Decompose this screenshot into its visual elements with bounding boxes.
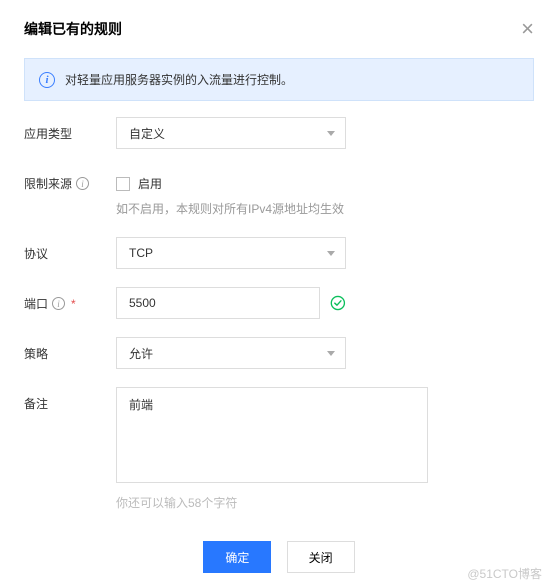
info-text: 对轻量应用服务器实例的入流量进行控制。 xyxy=(65,71,293,88)
info-icon: i xyxy=(39,72,55,88)
label-remark: 备注 xyxy=(24,387,116,412)
close-button[interactable]: 关闭 xyxy=(287,541,355,573)
checkbox-enable[interactable] xyxy=(116,177,130,191)
help-icon[interactable]: i xyxy=(76,177,89,190)
textarea-remark[interactable] xyxy=(116,387,428,483)
label-port: 端口 i * xyxy=(24,287,116,312)
label-app-type: 应用类型 xyxy=(24,117,116,142)
form: 应用类型 自定义 限制来源 i 启用 如不启用，本规则对所有IPv4源地址均生效… xyxy=(0,117,558,511)
ok-button[interactable]: 确定 xyxy=(203,541,271,573)
required-mark: * xyxy=(71,297,76,311)
check-circle-icon xyxy=(330,294,346,312)
dialog-title: 编辑已有的规则 xyxy=(24,19,122,39)
select-policy[interactable]: 允许 xyxy=(116,337,346,369)
close-icon[interactable]: × xyxy=(521,18,534,40)
char-count-hint: 你还可以输入58个字符 xyxy=(116,494,428,511)
restrict-hint: 如不启用，本规则对所有IPv4源地址均生效 xyxy=(116,200,456,219)
label-protocol: 协议 xyxy=(24,237,116,262)
select-protocol[interactable]: TCP xyxy=(116,237,346,269)
info-banner: i 对轻量应用服务器实例的入流量进行控制。 xyxy=(24,58,534,101)
input-port[interactable] xyxy=(116,287,320,319)
select-app-type[interactable]: 自定义 xyxy=(116,117,346,149)
checkbox-enable-label: 启用 xyxy=(138,175,162,192)
watermark: @51CTO博客 xyxy=(467,565,542,582)
label-policy: 策略 xyxy=(24,337,116,362)
label-restrict: 限制来源 i xyxy=(24,167,116,192)
help-icon[interactable]: i xyxy=(52,297,65,310)
